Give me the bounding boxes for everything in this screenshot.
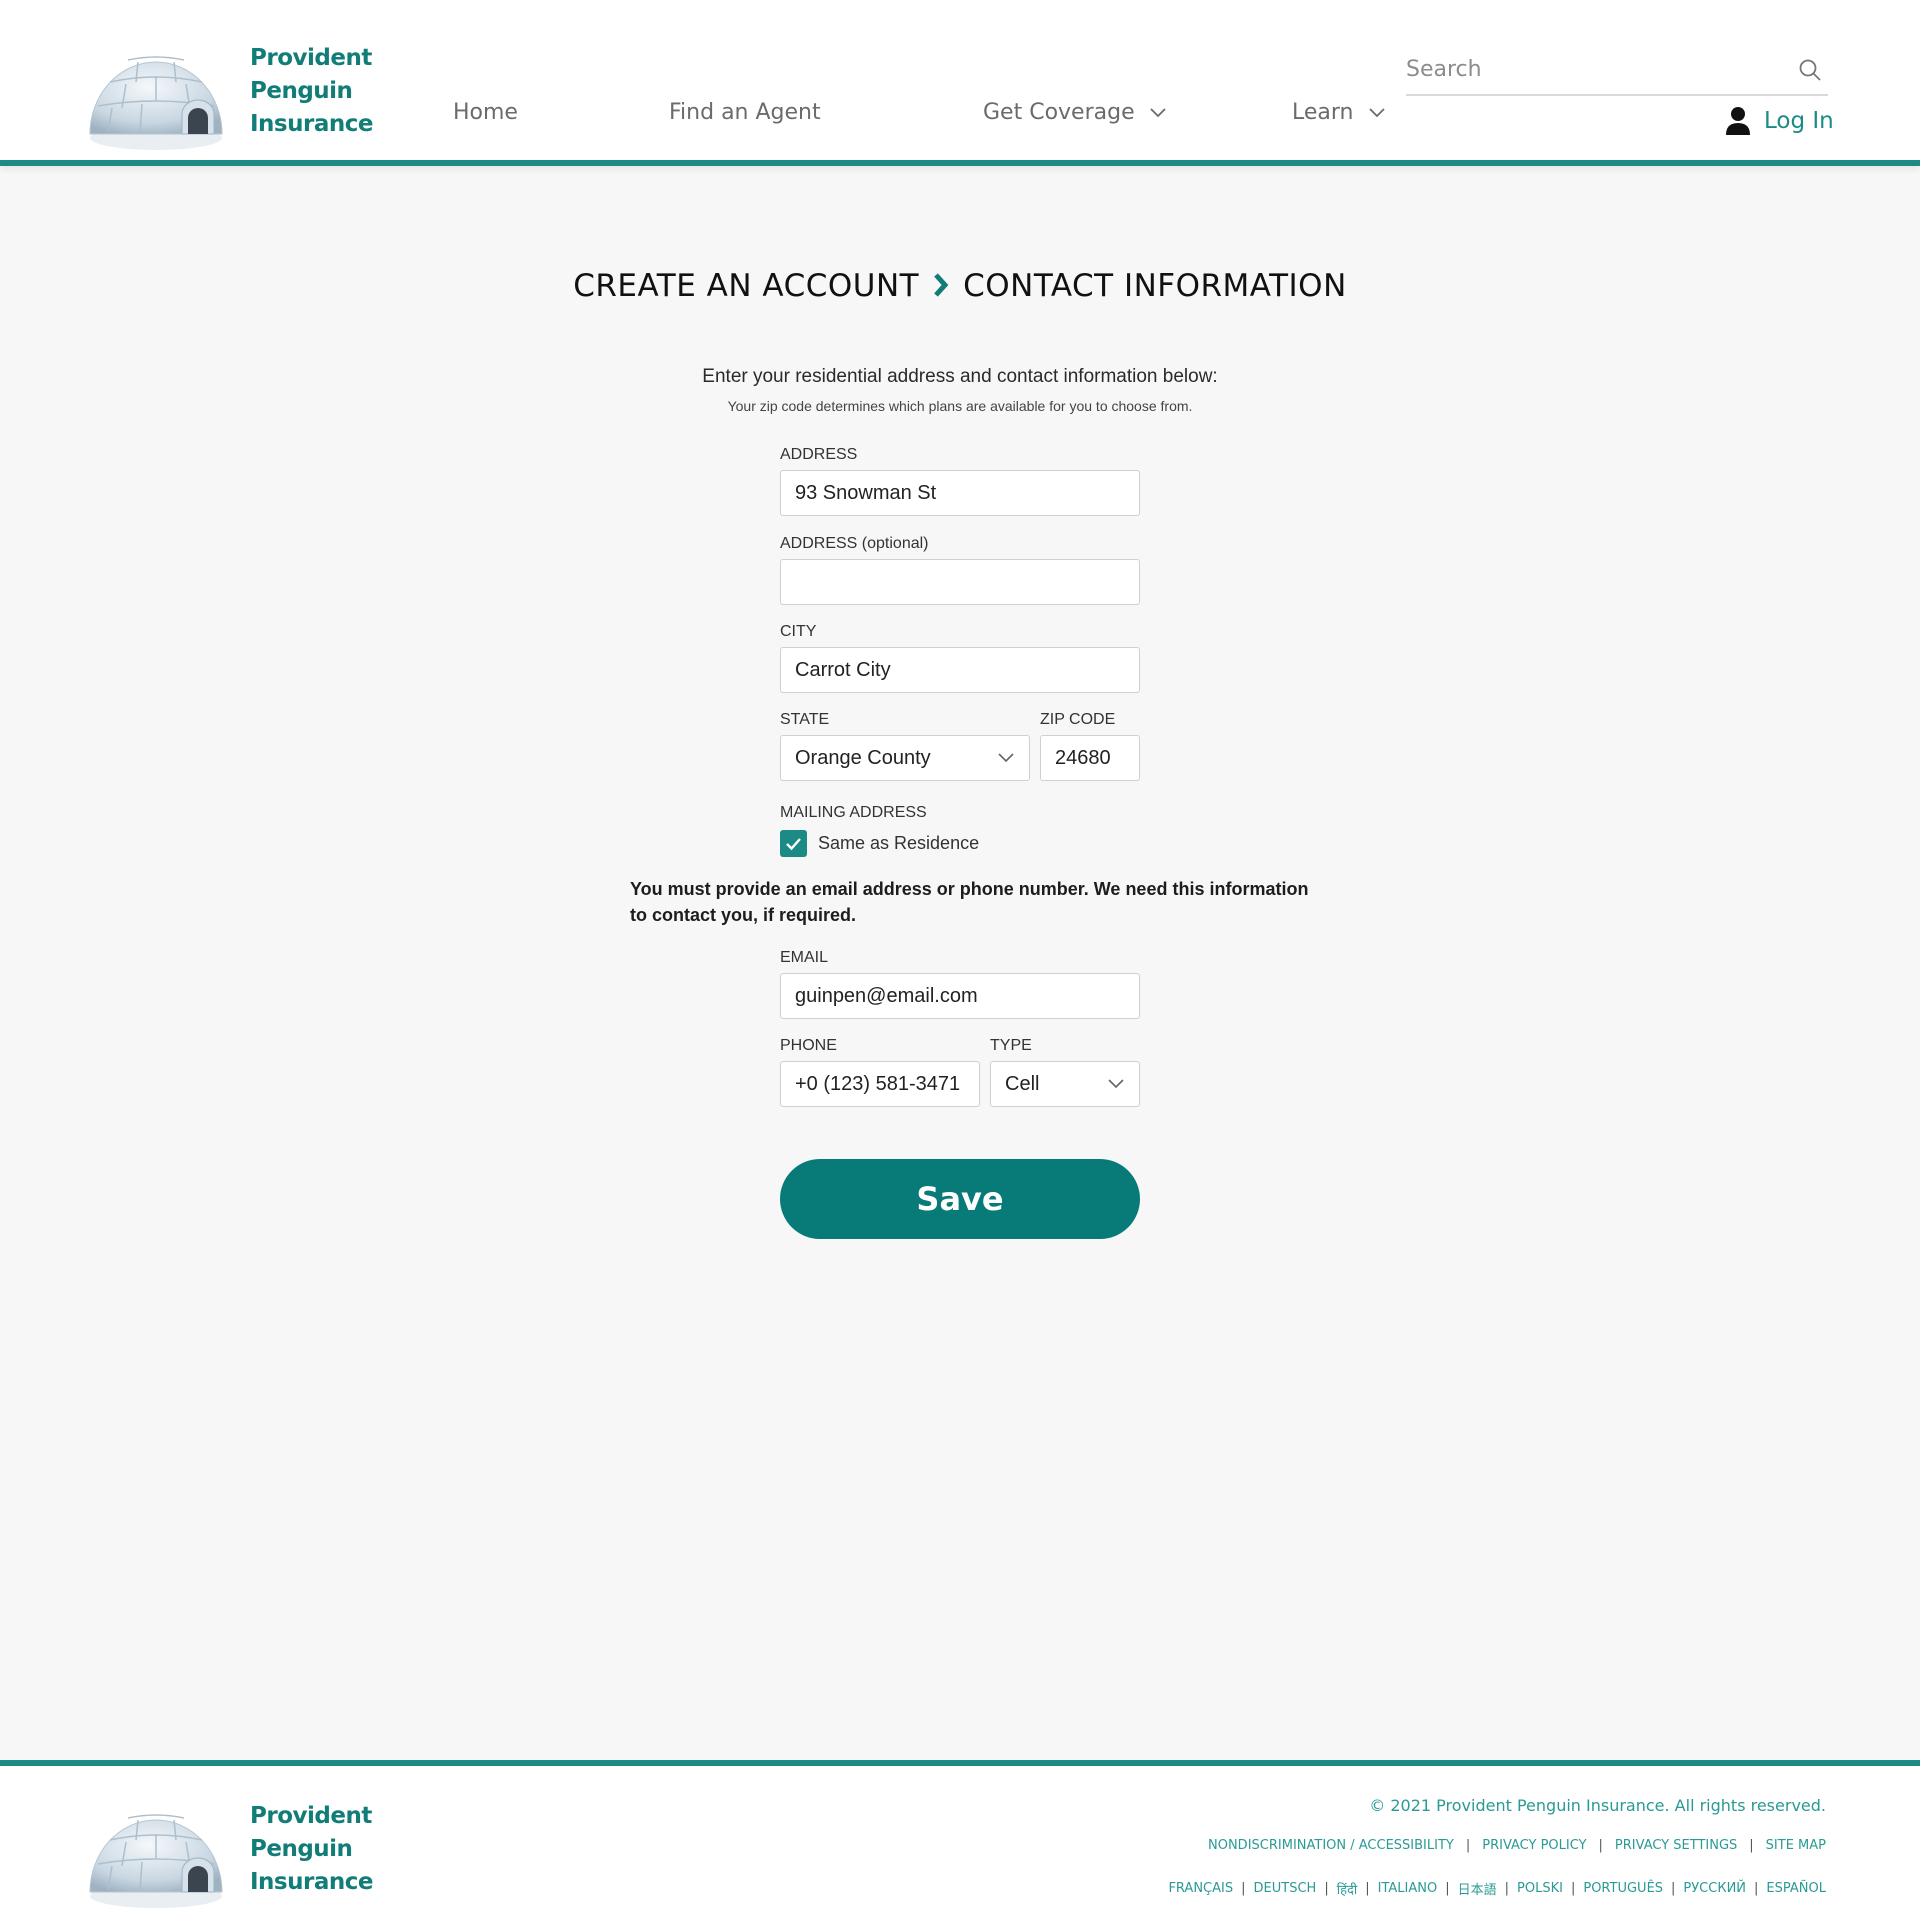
- mailing-address-label: MAILING ADDRESS: [780, 804, 927, 821]
- intro-text: Enter your residential address and conta…: [702, 366, 1218, 387]
- breadcrumb-step-contact-info: CONTACT INFORMATION: [963, 268, 1347, 304]
- same-as-residence-label[interactable]: Same as Residence: [818, 833, 979, 854]
- nav-learn-label: Learn: [1292, 100, 1354, 125]
- site-footer: Provident Penguin Insurance © 2021 Provi…: [0, 1760, 1920, 1924]
- chevron-down-icon: [1149, 107, 1166, 117]
- brand-line-3: Insurance: [250, 110, 373, 137]
- lang-link-portuguese[interactable]: PORTUGUÊS: [1583, 1881, 1663, 1896]
- chevron-down-icon: [998, 753, 1014, 763]
- nav-find-agent[interactable]: Find an Agent: [669, 100, 821, 125]
- lang-link-russian[interactable]: РУССКИЙ: [1683, 1881, 1746, 1896]
- separator: |: [1749, 1838, 1754, 1853]
- footer-link-privacy-policy[interactable]: PRIVACY POLICY: [1482, 1838, 1586, 1853]
- zip-input[interactable]: [1041, 736, 1139, 780]
- search-input[interactable]: [1406, 52, 1776, 86]
- state-selected-value: Orange County: [795, 747, 931, 769]
- separator: |: [1598, 1838, 1603, 1853]
- separator: |: [1241, 1881, 1246, 1896]
- chevron-right-icon: [934, 273, 949, 297]
- checkmark-icon: [786, 838, 801, 851]
- separator: |: [1445, 1881, 1450, 1896]
- address2-input[interactable]: [781, 560, 1139, 604]
- zip-label: ZIP CODE: [1040, 711, 1116, 728]
- footer-brand-line-1: Provident: [250, 1802, 372, 1829]
- state-select[interactable]: Orange County: [780, 735, 1030, 781]
- nav-learn[interactable]: Learn: [1292, 100, 1386, 125]
- footer-brand-logo[interactable]: Provident Penguin Insurance: [86, 1784, 373, 1914]
- email-field-wrap: [780, 973, 1140, 1019]
- lang-link-polish[interactable]: POLSKI: [1517, 1881, 1563, 1896]
- lang-link-italian[interactable]: ITALIANO: [1378, 1881, 1438, 1896]
- login-label: Log In: [1764, 108, 1834, 134]
- phone-field-wrap: [780, 1061, 980, 1107]
- lang-link-german[interactable]: DEUTSCH: [1254, 1881, 1317, 1896]
- footer-brand-name: Provident Penguin Insurance: [250, 1800, 373, 1899]
- igloo-icon: [86, 26, 226, 156]
- lang-link-french[interactable]: FRANÇAIS: [1168, 1881, 1233, 1896]
- nav-get-coverage-label: Get Coverage: [983, 100, 1135, 125]
- nav-get-coverage[interactable]: Get Coverage: [983, 100, 1167, 125]
- contact-notice: You must provide an email address or pho…: [630, 879, 1309, 925]
- address-label: ADDRESS: [780, 446, 858, 463]
- nav-home-label: Home: [453, 100, 518, 125]
- state-label: STATE: [780, 711, 830, 728]
- lang-link-hindi[interactable]: हिंदी: [1337, 1880, 1358, 1898]
- user-icon: [1726, 107, 1750, 135]
- footer-brand-line-2: Penguin: [250, 1835, 353, 1862]
- address2-label: ADDRESS (optional): [780, 535, 929, 552]
- brand-name: Provident Penguin Insurance: [250, 42, 373, 141]
- phone-type-label: TYPE: [990, 1037, 1032, 1054]
- separator: |: [1365, 1881, 1370, 1896]
- brand-line-1: Provident: [250, 44, 372, 71]
- breadcrumb: CREATE AN ACCOUNT CONTACT INFORMATION: [0, 268, 1920, 304]
- login-link[interactable]: Log In: [1726, 106, 1834, 136]
- phone-type-selected-value: Cell: [1005, 1073, 1040, 1095]
- nav-home[interactable]: Home: [453, 100, 518, 125]
- copyright-text: © 2021 Provident Penguin Insurance. All …: [1369, 1796, 1826, 1815]
- lang-link-japanese[interactable]: 日本語: [1458, 1879, 1497, 1898]
- separator: |: [1671, 1881, 1676, 1896]
- separator: |: [1324, 1881, 1329, 1896]
- site-header: Provident Penguin Insurance Home Find an…: [0, 0, 1920, 166]
- igloo-icon: [86, 1784, 226, 1914]
- nav-find-agent-label: Find an Agent: [669, 100, 821, 125]
- address-input[interactable]: [781, 471, 1139, 515]
- chevron-down-icon: [1368, 107, 1385, 117]
- address2-field-wrap: [780, 559, 1140, 605]
- separator: |: [1754, 1881, 1759, 1896]
- main-content: CREATE AN ACCOUNT CONTACT INFORMATION Ent…: [0, 166, 1920, 1760]
- city-label: CITY: [780, 623, 817, 640]
- footer-language-links: FRANÇAIS | DEUTSCH | हिंदी | ITALIANO | …: [1168, 1879, 1826, 1898]
- search-bar: [1406, 52, 1828, 96]
- phone-label: PHONE: [780, 1037, 837, 1054]
- save-button[interactable]: Save: [780, 1159, 1140, 1239]
- separator: |: [1504, 1881, 1510, 1896]
- address-field-wrap: [780, 470, 1140, 516]
- footer-link-nondiscrimination[interactable]: NONDISCRIMINATION / ACCESSIBILITY: [1208, 1838, 1454, 1853]
- brand-line-2: Penguin: [250, 77, 353, 104]
- phone-input[interactable]: [781, 1062, 979, 1106]
- city-input[interactable]: [781, 648, 1139, 692]
- lang-link-spanish[interactable]: ESPAÑOL: [1766, 1881, 1826, 1896]
- email-label: EMAIL: [780, 949, 829, 966]
- footer-link-privacy-settings[interactable]: PRIVACY SETTINGS: [1615, 1838, 1737, 1853]
- search-icon[interactable]: [1798, 58, 1822, 82]
- separator: |: [1570, 1881, 1576, 1896]
- separator: |: [1465, 1838, 1471, 1853]
- chevron-down-icon: [1108, 1079, 1124, 1089]
- brand-logo[interactable]: Provident Penguin Insurance: [86, 26, 373, 156]
- email-input[interactable]: [781, 974, 1139, 1018]
- phone-type-select[interactable]: Cell: [990, 1061, 1140, 1107]
- city-field-wrap: [780, 647, 1140, 693]
- footer-links: NONDISCRIMINATION / ACCESSIBILITY | PRIV…: [1208, 1838, 1826, 1853]
- footer-brand-line-3: Insurance: [250, 1868, 373, 1895]
- same-as-residence-checkbox[interactable]: [780, 830, 807, 857]
- breadcrumb-step-create-account[interactable]: CREATE AN ACCOUNT: [573, 268, 919, 304]
- zip-field-wrap: [1040, 735, 1140, 781]
- intro-subtext: Your zip code determines which plans are…: [727, 398, 1193, 414]
- footer-link-site-map[interactable]: SITE MAP: [1766, 1838, 1826, 1853]
